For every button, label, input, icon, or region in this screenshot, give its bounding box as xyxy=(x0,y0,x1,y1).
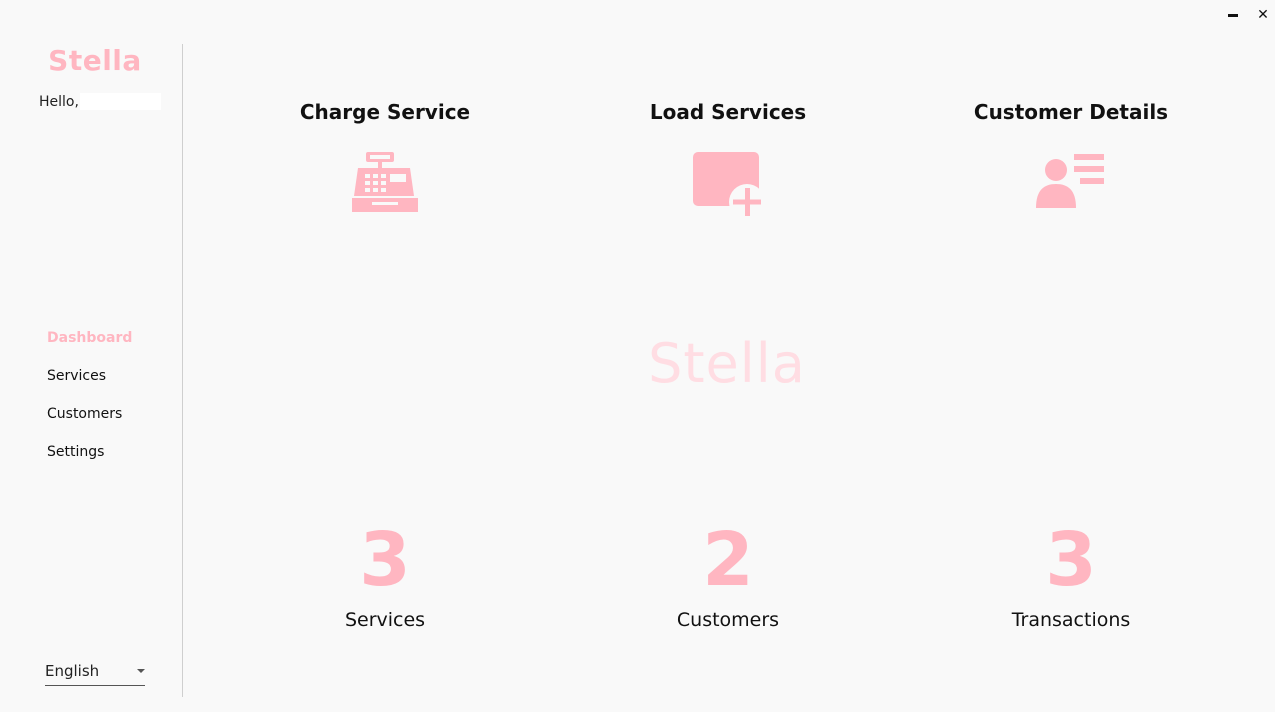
customer-details-button[interactable]: Customer Details xyxy=(951,100,1191,210)
brand-logo: Stella xyxy=(48,44,142,77)
stat-services: 3 Services xyxy=(265,515,505,631)
sidebar-item-dashboard[interactable]: Dashboard xyxy=(47,330,132,368)
stat-services-label: Services xyxy=(344,609,426,631)
contact-card-icon xyxy=(1036,154,1104,208)
watermark-logo: Stella xyxy=(648,332,806,395)
load-services-button[interactable]: Load Services xyxy=(608,100,848,218)
stat-transactions-value: 3 xyxy=(1045,517,1097,603)
customer-details-label: Customer Details xyxy=(973,100,1169,124)
minimize-button[interactable] xyxy=(1224,6,1242,24)
stat-services-value: 3 xyxy=(359,517,411,603)
charge-service-button[interactable]: Charge Service xyxy=(265,100,505,214)
sidebar-divider xyxy=(182,44,183,697)
stat-customers-value: 2 xyxy=(702,517,754,603)
sidebar: Stella Hello, Dashboard Services Custome… xyxy=(0,0,182,712)
stat-transactions: 3 Transactions xyxy=(951,515,1191,631)
cash-register-icon xyxy=(352,152,418,212)
add-card-icon xyxy=(693,152,765,218)
stat-transactions-label: Transactions xyxy=(1011,609,1131,631)
app-window: ✕ Stella Hello, Dashboard Services Custo… xyxy=(0,0,1275,712)
sidebar-nav: Dashboard Services Customers Settings xyxy=(47,330,132,482)
language-value: English xyxy=(45,662,100,680)
language-select[interactable]: English xyxy=(45,662,145,686)
minimize-icon xyxy=(1228,13,1238,17)
charge-service-label: Charge Service xyxy=(299,100,471,124)
stat-customers: 2 Customers xyxy=(608,515,848,631)
close-icon: ✕ xyxy=(1257,7,1269,23)
greeting-text: Hello, xyxy=(39,94,79,110)
sidebar-item-customers[interactable]: Customers xyxy=(47,406,132,444)
sidebar-item-services[interactable]: Services xyxy=(47,368,132,406)
user-name-field xyxy=(80,93,161,110)
load-services-label: Load Services xyxy=(649,100,807,124)
close-button[interactable]: ✕ xyxy=(1254,6,1272,24)
sidebar-item-settings[interactable]: Settings xyxy=(47,444,132,482)
stat-customers-label: Customers xyxy=(676,609,780,631)
chevron-down-icon xyxy=(137,669,145,673)
